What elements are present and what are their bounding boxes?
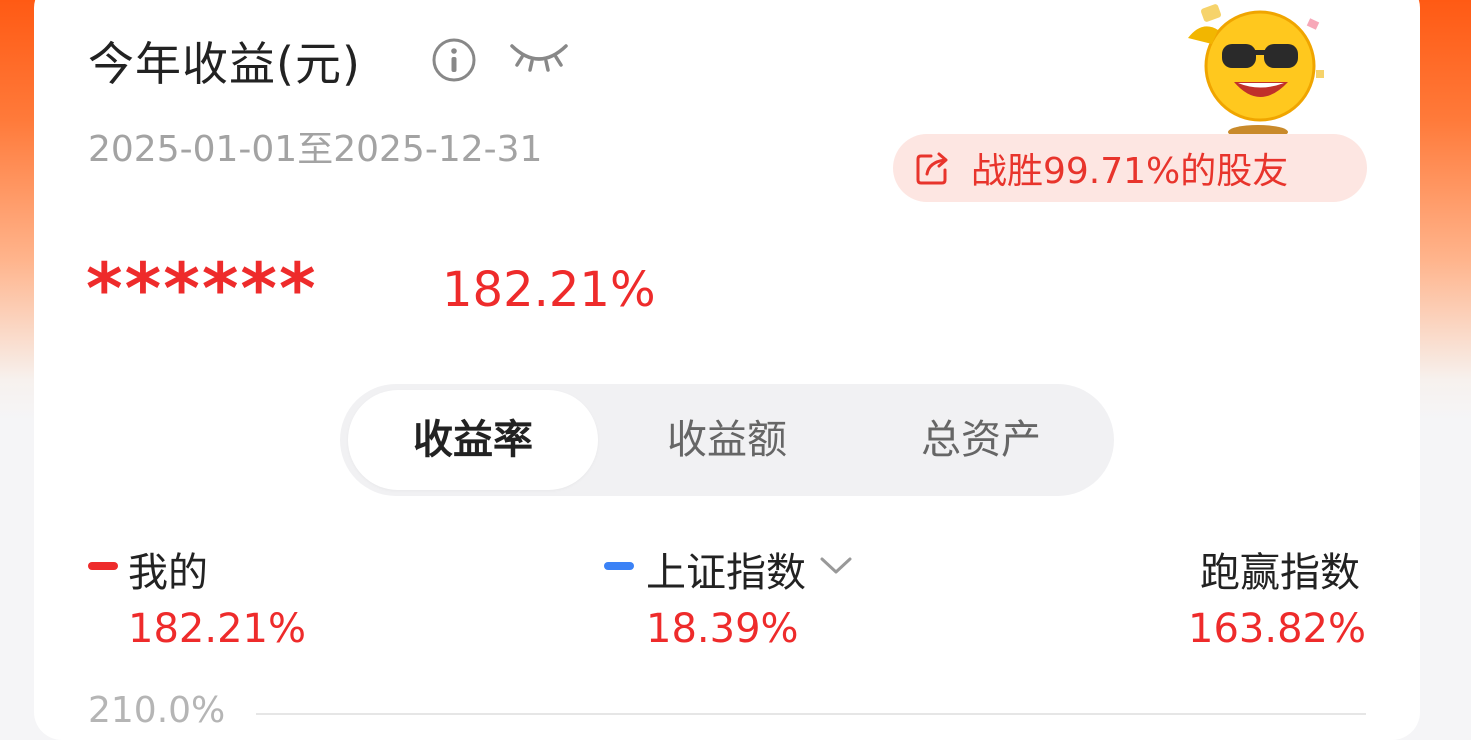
legend-outperform-value: 163.82% bbox=[1188, 606, 1366, 652]
legend-index-selector[interactable]: 上证指数 bbox=[646, 540, 806, 598]
beat-ranking-text: 战胜99.71%的股友 bbox=[971, 151, 1289, 192]
page-title: 今年收益(元) bbox=[88, 37, 361, 91]
chevron-down-icon[interactable] bbox=[818, 552, 854, 578]
chart-gridline bbox=[256, 713, 1366, 715]
mine-legend-marker bbox=[88, 562, 118, 570]
legend-mine-value: 182.21% bbox=[128, 606, 306, 652]
eye-closed-icon[interactable] bbox=[508, 38, 570, 74]
chart-y-tick-top: 210.0% bbox=[88, 690, 226, 731]
legend-mine-label: 我的 bbox=[128, 550, 208, 596]
info-icon[interactable] bbox=[430, 36, 478, 84]
beat-ranking-badge[interactable]: 战胜99.71%的股友 bbox=[893, 134, 1367, 202]
legend-outperform-label: 跑赢指数 bbox=[1200, 550, 1360, 596]
total-return-percentage: 182.21% bbox=[442, 262, 656, 318]
tab-return-amount[interactable]: 收益额 bbox=[602, 390, 852, 490]
metric-tab-bar: 收益率 收益额 总资产 bbox=[340, 384, 1114, 496]
tab-return-rate[interactable]: 收益率 bbox=[348, 390, 598, 490]
date-range: 2025-01-01至2025-12-31 bbox=[88, 129, 543, 170]
share-icon bbox=[916, 152, 948, 185]
sunglasses-emoji-mascot bbox=[1188, 4, 1324, 139]
legend-index-value: 18.39% bbox=[646, 606, 799, 652]
tab-total-assets[interactable]: 总资产 bbox=[856, 390, 1106, 490]
masked-earnings-amount: ****** bbox=[86, 248, 318, 330]
index-legend-marker bbox=[604, 562, 634, 570]
